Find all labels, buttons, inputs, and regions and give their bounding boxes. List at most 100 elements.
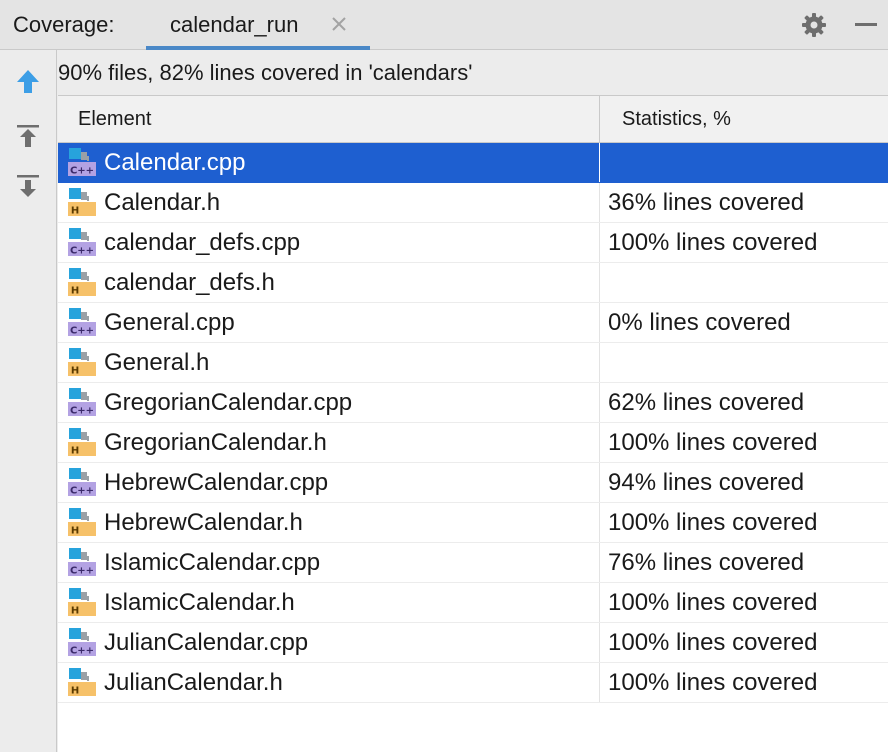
table-row[interactable]: C++ calendar_defs.cpp 100% lines covered bbox=[58, 223, 888, 263]
coverage-stat: 62% lines covered bbox=[608, 389, 805, 416]
element-cell: C++ HebrewCalendar.cpp bbox=[58, 463, 600, 502]
table-row[interactable]: H IslamicCalendar.h 100% lines covered bbox=[58, 583, 888, 623]
statistics-cell bbox=[601, 343, 888, 382]
element-cell: C++ GregorianCalendar.cpp bbox=[58, 383, 600, 422]
element-cell: C++ calendar_defs.cpp bbox=[58, 223, 600, 262]
coverage-stat: 100% lines covered bbox=[608, 669, 818, 696]
coverage-stat: 100% lines covered bbox=[608, 589, 818, 616]
table-row[interactable]: C++ JulianCalendar.cpp 100% lines covere… bbox=[58, 623, 888, 663]
minimize-icon[interactable] bbox=[853, 12, 879, 38]
coverage-table: Element Statistics, % C++ Calendar.cpp H… bbox=[58, 95, 888, 752]
element-cell: C++ IslamicCalendar.cpp bbox=[58, 543, 600, 582]
statistics-cell: 62% lines covered bbox=[601, 383, 888, 422]
close-icon[interactable] bbox=[329, 14, 349, 34]
coverage-stat: 100% lines covered bbox=[608, 429, 818, 456]
element-cell: H calendar_defs.h bbox=[58, 263, 600, 302]
gear-icon[interactable] bbox=[801, 12, 827, 38]
column-header-statistics[interactable]: Statistics, % bbox=[601, 96, 888, 142]
table-row[interactable]: H General.h bbox=[58, 343, 888, 383]
file-name: JulianCalendar.h bbox=[104, 669, 283, 696]
statistics-cell: 76% lines covered bbox=[601, 543, 888, 582]
svg-text:C++: C++ bbox=[70, 166, 94, 177]
coverage-stat: 100% lines covered bbox=[608, 509, 818, 536]
element-cell: H General.h bbox=[58, 343, 600, 382]
coverage-label: Coverage: bbox=[13, 12, 115, 37]
expand-down-icon[interactable] bbox=[14, 172, 42, 200]
statistics-cell: 100% lines covered bbox=[601, 503, 888, 542]
svg-text:C++: C++ bbox=[70, 246, 94, 257]
table-row[interactable]: C++ HebrewCalendar.cpp 94% lines covered bbox=[58, 463, 888, 503]
statistics-cell: 100% lines covered bbox=[601, 663, 888, 702]
svg-text:H: H bbox=[71, 526, 79, 537]
file-name: Calendar.h bbox=[104, 189, 221, 216]
statistics-cell: 100% lines covered bbox=[601, 423, 888, 462]
cpp-file-icon: C++ bbox=[68, 628, 96, 657]
column-header-element[interactable]: Element bbox=[58, 96, 600, 142]
coverage-stat: 100% lines covered bbox=[608, 629, 818, 656]
file-name: HebrewCalendar.cpp bbox=[104, 469, 329, 496]
element-cell: H IslamicCalendar.h bbox=[58, 583, 600, 622]
cpp-file-icon: C++ bbox=[68, 548, 96, 577]
coverage-stat: 76% lines covered bbox=[608, 549, 805, 576]
file-name: General.h bbox=[104, 349, 210, 376]
file-name: IslamicCalendar.h bbox=[104, 589, 295, 616]
svg-text:H: H bbox=[71, 606, 79, 617]
table-header: Element Statistics, % bbox=[58, 96, 888, 143]
svg-text:C++: C++ bbox=[70, 566, 94, 577]
coverage-toolbar bbox=[0, 50, 57, 752]
header-file-icon: H bbox=[68, 348, 96, 377]
coverage-tool-window: Coverage: calendar_run 90% files, 82% li… bbox=[0, 0, 888, 752]
file-name: GregorianCalendar.cpp bbox=[104, 389, 353, 416]
table-body: C++ Calendar.cpp H Calendar.h 36% lines … bbox=[58, 143, 888, 703]
element-cell: C++ Calendar.cpp bbox=[58, 143, 600, 182]
svg-text:H: H bbox=[71, 686, 79, 697]
element-cell: H JulianCalendar.h bbox=[58, 663, 600, 702]
svg-text:H: H bbox=[71, 286, 79, 297]
header-file-icon: H bbox=[68, 188, 96, 217]
svg-text:H: H bbox=[71, 446, 79, 457]
file-name: JulianCalendar.cpp bbox=[104, 629, 309, 656]
header-file-icon: H bbox=[68, 268, 96, 297]
cpp-file-icon: C++ bbox=[68, 228, 96, 257]
table-row[interactable]: H calendar_defs.h bbox=[58, 263, 888, 303]
svg-text:C++: C++ bbox=[70, 326, 94, 337]
file-name: Calendar.cpp bbox=[104, 149, 246, 176]
file-name: GregorianCalendar.h bbox=[104, 429, 327, 456]
file-name: calendar_defs.cpp bbox=[104, 229, 301, 256]
table-row[interactable]: H Calendar.h 36% lines covered bbox=[58, 183, 888, 223]
statistics-cell: 36% lines covered bbox=[601, 183, 888, 222]
svg-text:C++: C++ bbox=[70, 406, 94, 417]
tab-label: calendar_run bbox=[170, 12, 299, 37]
statistics-cell bbox=[601, 263, 888, 302]
coverage-stat: 100% lines covered bbox=[608, 229, 818, 256]
element-cell: C++ JulianCalendar.cpp bbox=[58, 623, 600, 662]
table-row[interactable]: C++ GregorianCalendar.cpp 62% lines cove… bbox=[58, 383, 888, 423]
cpp-file-icon: C++ bbox=[68, 468, 96, 497]
table-row[interactable]: C++ General.cpp 0% lines covered bbox=[58, 303, 888, 343]
file-name: IslamicCalendar.cpp bbox=[104, 549, 321, 576]
table-row[interactable]: H HebrewCalendar.h 100% lines covered bbox=[58, 503, 888, 543]
element-cell: C++ General.cpp bbox=[58, 303, 600, 342]
element-cell: H Calendar.h bbox=[58, 183, 600, 222]
coverage-header: Coverage: calendar_run bbox=[0, 0, 888, 50]
statistics-cell: 94% lines covered bbox=[601, 463, 888, 502]
cpp-file-icon: C++ bbox=[68, 148, 96, 177]
svg-text:H: H bbox=[71, 206, 79, 217]
statistics-cell: 100% lines covered bbox=[601, 623, 888, 662]
file-name: General.cpp bbox=[104, 309, 235, 336]
coverage-stat: 36% lines covered bbox=[608, 189, 805, 216]
collapse-up-icon[interactable] bbox=[14, 122, 42, 150]
element-cell: H GregorianCalendar.h bbox=[58, 423, 600, 462]
up-arrow-icon[interactable] bbox=[14, 67, 42, 95]
svg-text:H: H bbox=[71, 366, 79, 377]
cpp-file-icon: C++ bbox=[68, 388, 96, 417]
tab-calendar-run[interactable]: calendar_run bbox=[146, 0, 370, 50]
header-file-icon: H bbox=[68, 428, 96, 457]
header-file-icon: H bbox=[68, 508, 96, 537]
header-file-icon: H bbox=[68, 588, 96, 617]
table-row[interactable]: H GregorianCalendar.h 100% lines covered bbox=[58, 423, 888, 463]
table-row[interactable]: C++ IslamicCalendar.cpp 76% lines covere… bbox=[58, 543, 888, 583]
table-row[interactable]: H JulianCalendar.h 100% lines covered bbox=[58, 663, 888, 703]
statistics-cell: 100% lines covered bbox=[601, 583, 888, 622]
table-row[interactable]: C++ Calendar.cpp bbox=[58, 143, 888, 183]
